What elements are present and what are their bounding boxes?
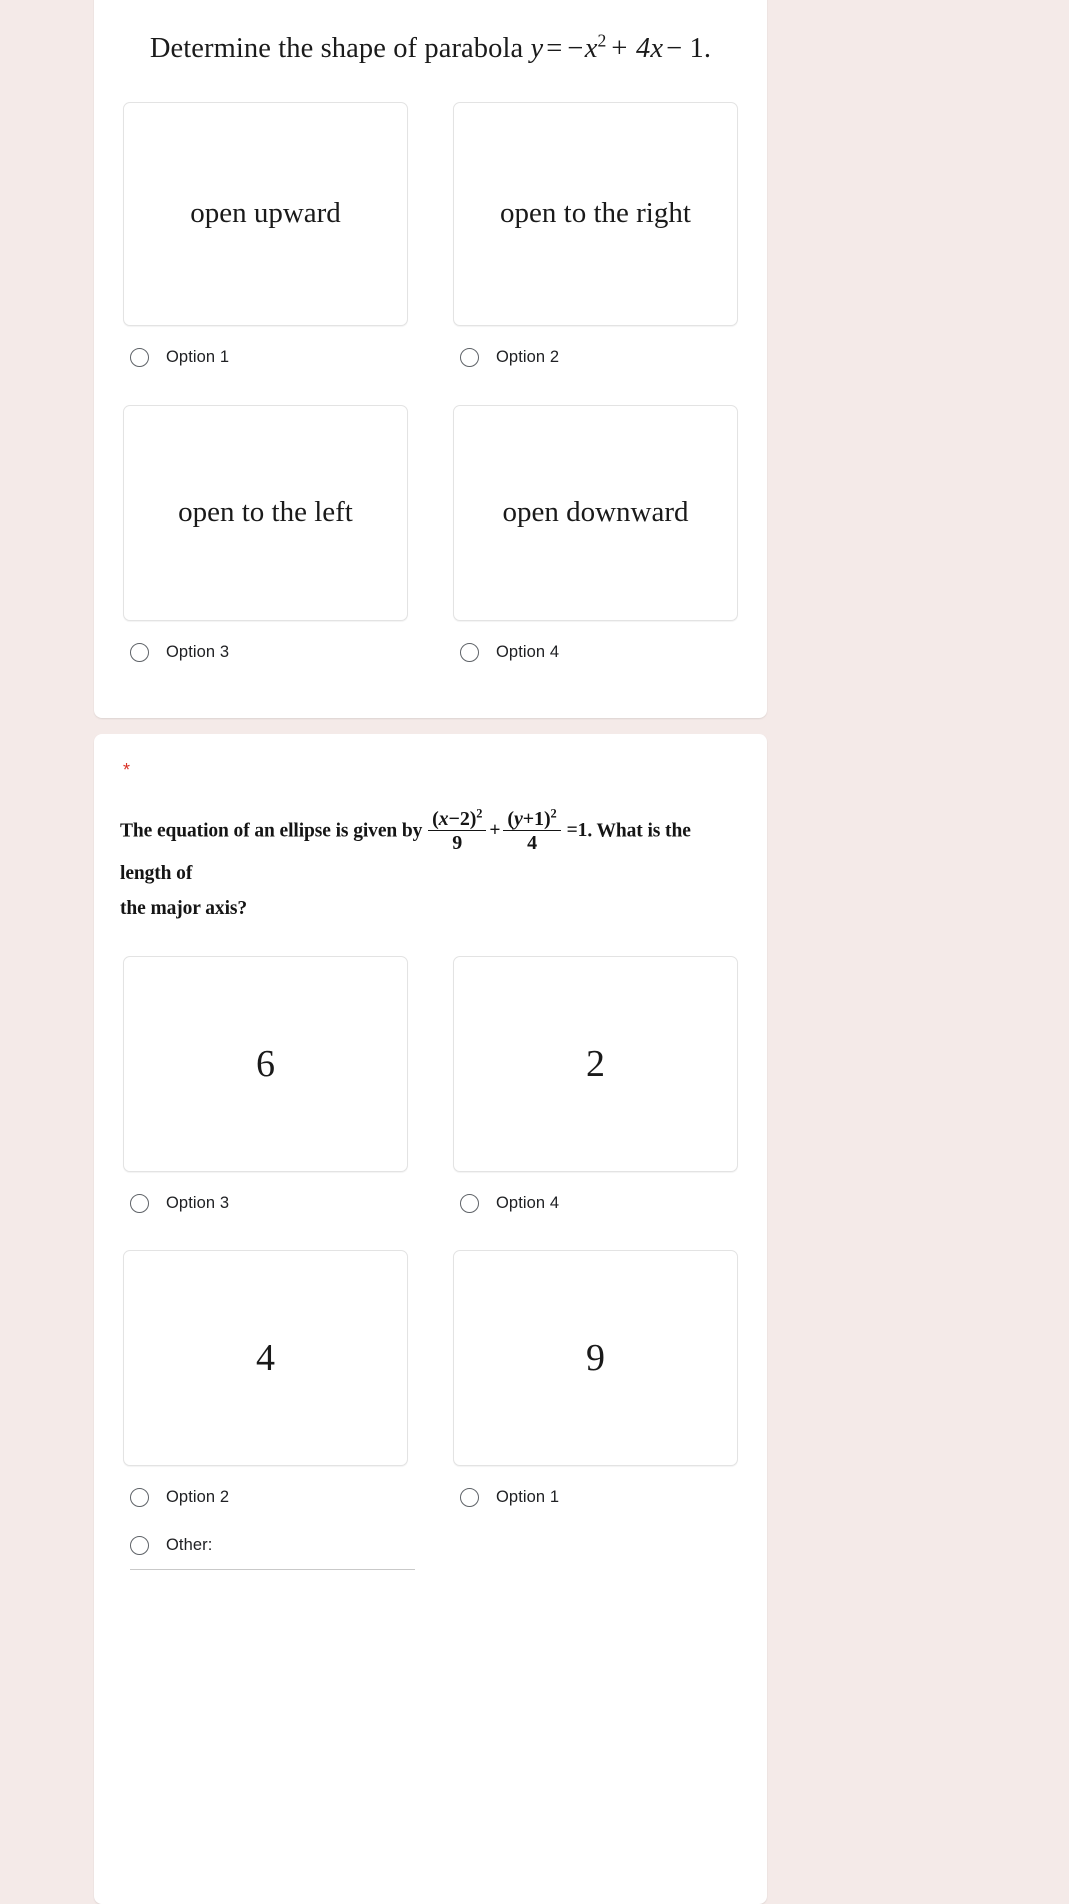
question-2-options-row-1: 6 Option 3 2 Option 4 [94,956,767,1223]
question-2-text: The equation of an ellipse is given by (… [94,734,767,928]
fraction-2-numerator: (y+1)2 [503,806,561,831]
question-1-title: Determine the shape of parabola y = −x2 + 4… [94,0,767,67]
radio-label-q1-3: Option 3 [166,642,230,661]
radio-label-other: Other: [166,1535,213,1554]
option-card-q2-2-text: 2 [586,1043,605,1085]
question-2-options-row-2: 4 Option 2 9 Option 1 [94,1250,767,1517]
radio-label-q1-2: Option 2 [496,347,560,366]
frac1-exponent: 2 [476,806,483,821]
frac2-exponent: 2 [550,806,557,821]
option-card-q1-1[interactable]: open upward [123,102,408,327]
radio-label-q2-1: Option 3 [166,1193,230,1212]
option-card-q2-4[interactable]: 9 [453,1250,738,1466]
radio-button-q2-1[interactable] [130,1193,149,1213]
fraction-1-denominator: 9 [452,832,463,854]
option-card-q2-3[interactable]: 4 [123,1250,408,1466]
radio-label-q2-2: Option 4 [496,1193,560,1212]
radio-label-q2-4: Option 1 [496,1487,560,1506]
plus-sign: + [489,820,501,842]
question-card-2: * The equation of an ellipse is given by… [94,734,767,1904]
frac1-variable: x [438,808,449,830]
option-card-q2-3-text: 4 [256,1337,275,1379]
radio-row-q1-4[interactable]: Option 4 [453,632,738,672]
option-card-q1-1-text: open upward [190,197,341,230]
fraction-1: (x−2)2 9 [428,806,487,854]
radio-button-q1-2[interactable] [460,347,479,367]
radio-row-q1-3[interactable]: Option 3 [123,632,408,672]
option-card-q1-4[interactable]: open downward [453,405,738,622]
radio-button-q2-2[interactable] [460,1193,479,1213]
required-asterisk: * [123,760,131,780]
equation-term2: + 4x [609,33,664,64]
equation-period: . [703,33,712,64]
radio-row-q2-3[interactable]: Option 2 [123,1477,408,1517]
radio-button-q1-3[interactable] [130,642,149,662]
radio-button-other[interactable] [130,1535,149,1555]
radio-row-q1-2[interactable]: Option 2 [453,337,738,377]
option-card-q1-2-text: open to the right [500,197,691,230]
question-1-equation: y = −x2 + 4x − 1. [530,32,712,64]
question-2-text-part1: The equation of an ellipse is given by [120,820,428,842]
form-page: Determine the shape of parabola y = −x2 + 4… [0,0,1069,1904]
radio-button-q1-4[interactable] [460,642,479,662]
radio-row-q2-2[interactable]: Option 4 [453,1183,738,1223]
radio-row-q1-1[interactable]: Option 1 [123,337,408,377]
radio-label-q1-1: Option 1 [166,347,230,366]
equation-term1: −x [565,33,598,64]
question-1-options-row-1: open upward Option 1 open to the right O… [94,102,767,377]
radio-row-q2-1[interactable]: Option 3 [123,1183,408,1223]
radio-button-q2-3[interactable] [130,1487,149,1507]
question-1-options-row-2: open to the left Option 3 open downward … [94,405,767,672]
frac1-constant: −2 [448,808,470,830]
frac2-variable: y [513,808,523,830]
equation-term3: − 1 [666,33,704,64]
option-card-q1-2[interactable]: open to the right [453,102,738,327]
fraction-2-denominator: 4 [527,832,537,854]
option-card-q2-2[interactable]: 2 [453,956,738,1172]
equation-lhs: y [530,33,544,64]
radio-row-q2-4[interactable]: Option 1 [453,1477,738,1517]
option-card-q2-1[interactable]: 6 [123,956,408,1172]
option-card-q1-3-text: open to the left [178,496,353,529]
radio-button-q1-1[interactable] [130,347,149,367]
radio-row-other[interactable]: Other: [94,1525,767,1565]
option-card-q1-3[interactable]: open to the left [123,405,408,622]
other-input-wrapper [94,1569,767,1570]
option-card-q2-4-text: 9 [586,1337,605,1379]
option-card-q2-1-text: 6 [256,1043,275,1085]
radio-label-q2-3: Option 2 [166,1487,230,1506]
question-1-title-text: Determine the shape of parabola [149,33,531,64]
radio-label-q1-4: Option 4 [496,642,560,661]
fraction-1-numerator: (x−2)2 [428,806,487,831]
fraction-2: (y+1)2 4 [503,806,561,854]
option-card-q1-4-text: open downward [502,496,689,529]
question-card-1: Determine the shape of parabola y = −x2 + 4… [94,0,767,718]
radio-button-q2-4[interactable] [460,1487,479,1507]
other-text-input[interactable] [130,1569,415,1570]
equals-one: =1 [566,820,588,842]
equation-equals: = [546,33,563,64]
frac2-constant: +1 [522,808,544,830]
question-2-text-part3: the major axis? [120,898,248,919]
